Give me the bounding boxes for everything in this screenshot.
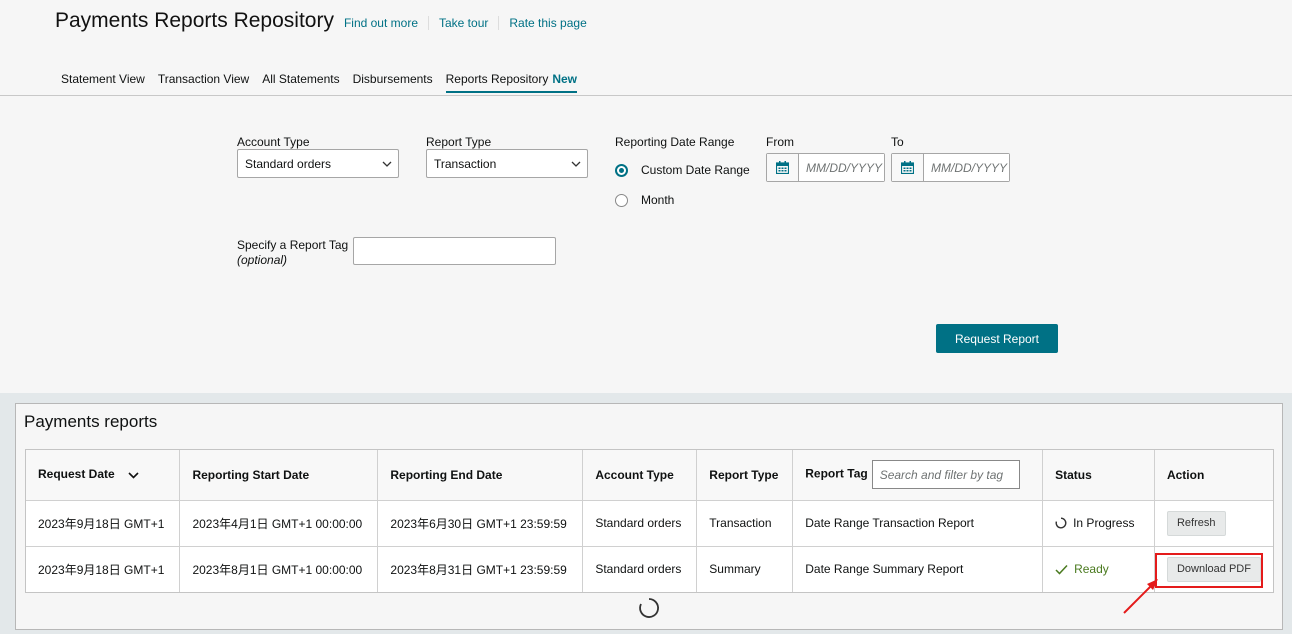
account-type-label: Account Type: [237, 135, 310, 149]
header-links: Find out more Take tour Rate this page: [344, 16, 597, 30]
column-reporting-start-date: Reporting Start Date: [179, 450, 379, 500]
nav-tabs: Statement View Transaction View All Stat…: [61, 72, 590, 93]
take-tour-link[interactable]: Take tour: [429, 16, 500, 30]
account-type-select[interactable]: Standard orders: [237, 149, 399, 178]
to-date-input-group: [891, 153, 1010, 182]
radio-label: Custom Date Range: [641, 163, 750, 177]
cell-account-type: Standard orders: [582, 500, 698, 546]
account-type-value: Standard orders: [245, 156, 332, 171]
to-date-field[interactable]: [924, 154, 1009, 181]
loading-spinner-icon: [639, 598, 659, 618]
chevron-down-icon: [565, 161, 587, 167]
reports-table-container: Request Date Reporting Start Date Report…: [25, 449, 1274, 593]
tab-disbursements[interactable]: Disbursements: [353, 72, 433, 93]
column-reporting-end-date: Reporting End Date: [377, 450, 584, 500]
status-in-progress: In Progress: [1055, 516, 1142, 530]
radio-unchecked-icon: [615, 193, 628, 207]
column-action: Action: [1166, 467, 1205, 482]
loading-spinner-icon: [1055, 517, 1067, 529]
cell-start-date: 2023年8月1日 GMT+1 00:00:00: [179, 546, 379, 592]
rate-this-page-link[interactable]: Rate this page: [499, 16, 596, 30]
annotation-arrow-icon: [1123, 579, 1158, 614]
status-ready: Ready: [1055, 562, 1142, 576]
cell-report-tag: Date Range Summary Report: [792, 546, 1044, 592]
reports-table: Request Date Reporting Start Date Report…: [26, 450, 1273, 592]
column-label: Request Date: [38, 467, 115, 482]
cell-account-type: Standard orders: [582, 546, 698, 592]
tab-divider: [0, 95, 1292, 96]
sort-chevron-down-icon[interactable]: [128, 468, 139, 482]
table-header-row: Request Date Reporting Start Date Report…: [26, 450, 1273, 500]
table-row: 2023年9月18日 GMT+1 2023年4月1日 GMT+1 00:00:0…: [26, 500, 1273, 546]
tab-statement-view[interactable]: Statement View: [61, 72, 145, 93]
cell-status: In Progress: [1042, 500, 1155, 546]
column-request-date[interactable]: Request Date: [26, 450, 181, 500]
request-report-button[interactable]: Request Report: [936, 324, 1058, 353]
calendar-icon[interactable]: [892, 154, 924, 181]
to-label: To: [891, 135, 904, 149]
page-header: Payments Reports Repository Find out mor…: [55, 9, 597, 33]
radio-label: Month: [641, 193, 675, 207]
tab-reports-repository[interactable]: Reports Repository New: [445, 72, 578, 93]
report-tag-input[interactable]: [353, 237, 556, 265]
page-title: Payments Reports Repository: [55, 9, 334, 32]
chevron-down-icon: [376, 161, 398, 167]
column-report-tag: Report Tag: [792, 450, 1044, 500]
date-range-label: Reporting Date Range: [615, 135, 735, 149]
cell-action: Refresh: [1154, 500, 1273, 546]
report-tag-label: Specify a Report Tag: [237, 238, 349, 252]
from-label: From: [766, 135, 794, 149]
cell-request-date: 2023年9月18日 GMT+1: [26, 546, 181, 592]
report-type-select[interactable]: Transaction: [426, 149, 588, 178]
tag-filter-input[interactable]: [871, 460, 1020, 490]
checkmark-icon: [1055, 564, 1068, 575]
calendar-icon[interactable]: [767, 154, 799, 181]
from-date-input-group: [766, 153, 885, 182]
radio-custom-date-range[interactable]: Custom Date Range: [615, 163, 750, 177]
cell-end-date: 2023年6月30日 GMT+1 23:59:59: [377, 500, 584, 546]
cell-report-tag: Date Range Transaction Report: [792, 500, 1044, 546]
new-badge: New: [552, 72, 578, 86]
status-text: In Progress: [1073, 516, 1135, 530]
column-label: Report Tag: [805, 466, 868, 481]
report-type-value: Transaction: [434, 156, 497, 171]
cell-request-date: 2023年9月18日 GMT+1: [26, 500, 181, 546]
find-out-more-link[interactable]: Find out more: [344, 16, 429, 30]
column-account-type: Account Type: [582, 450, 698, 500]
tab-all-statements[interactable]: All Statements: [262, 72, 339, 93]
column-status: Status: [1042, 450, 1155, 500]
annotation-highlight-box: [1155, 553, 1263, 588]
from-date-field[interactable]: [799, 154, 884, 181]
cell-report-type: Transaction: [696, 500, 794, 546]
tab-transaction-view[interactable]: Transaction View: [158, 72, 249, 93]
radio-month[interactable]: Month: [615, 193, 674, 207]
reports-title: Payments reports: [24, 412, 158, 431]
cell-report-type: Summary: [696, 546, 794, 592]
tab-label: Reports Repository: [445, 72, 549, 86]
table-row: 2023年9月18日 GMT+1 2023年8月1日 GMT+1 00:00:0…: [26, 546, 1273, 592]
cell-end-date: 2023年8月31日 GMT+1 23:59:59: [377, 546, 584, 592]
refresh-button[interactable]: Refresh: [1166, 510, 1226, 536]
cell-start-date: 2023年4月1日 GMT+1 00:00:00: [179, 500, 379, 546]
report-tag-hint: (optional): [237, 253, 288, 267]
report-type-label: Report Type: [426, 135, 492, 149]
column-report-type: Report Type: [696, 450, 794, 500]
status-text: Ready: [1074, 562, 1109, 577]
radio-checked-icon: [615, 163, 628, 177]
